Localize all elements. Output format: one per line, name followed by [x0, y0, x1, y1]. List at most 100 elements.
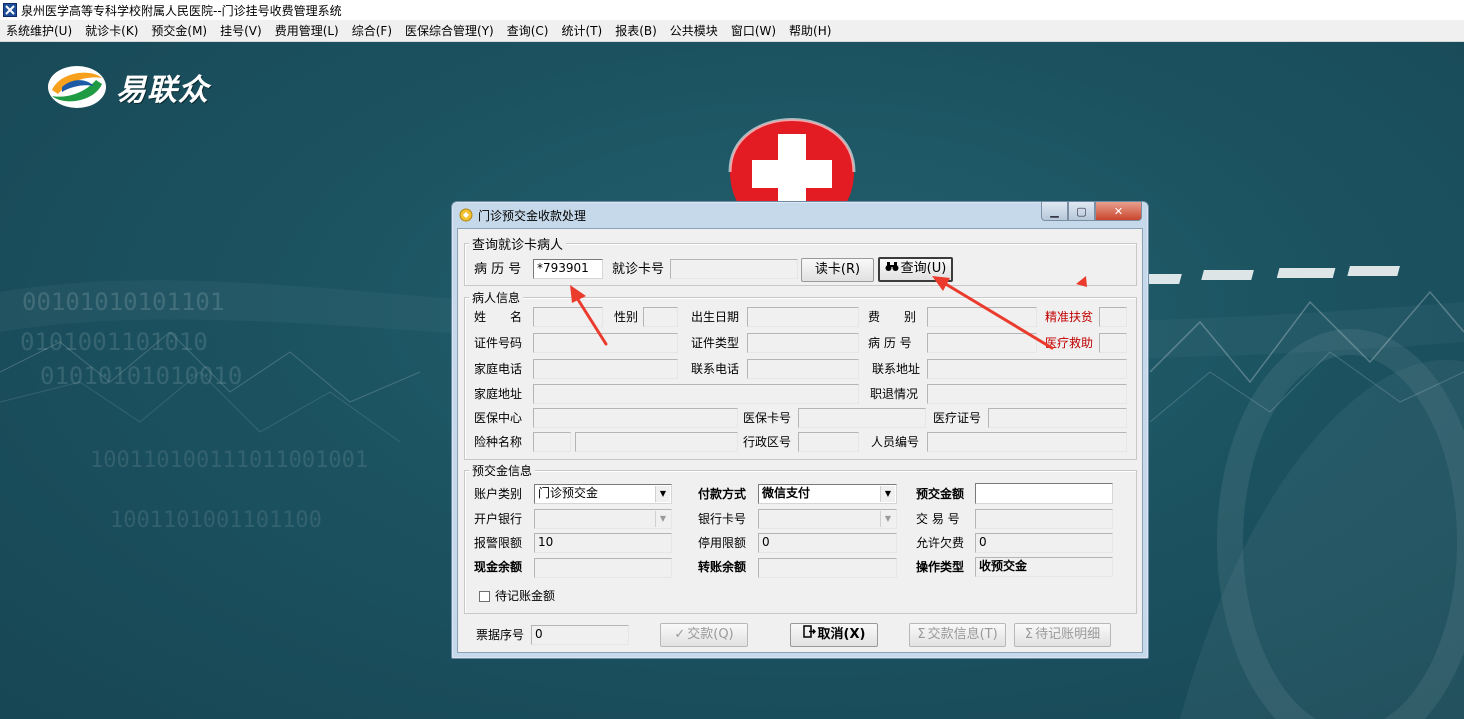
app-icon	[3, 3, 17, 17]
insurance-center-label: 医保中心	[474, 411, 523, 425]
account-type-select[interactable]: 门诊预交金 ▼	[534, 484, 672, 504]
trade-no-label: 交 易 号	[916, 512, 960, 526]
pay-method-select[interactable]: 微信支付 ▼	[758, 484, 897, 504]
menu-system[interactable]: 系统维护(U)	[0, 22, 79, 39]
window-controls: ▁ ▢ ✕	[1041, 202, 1142, 221]
pay-button[interactable]: ✓ 交款(Q)	[660, 623, 748, 647]
operation-type-field: 收预交金	[975, 557, 1113, 577]
menu-card[interactable]: 就诊卡(K)	[79, 22, 145, 39]
chevron-down-icon: ▼	[655, 511, 670, 527]
binary-text-2: 0101001101010	[20, 328, 208, 356]
minimize-icon: ▁	[1050, 204, 1059, 218]
bank-card-label: 银行卡号	[698, 512, 747, 526]
chevron-down-icon[interactable]: ▼	[655, 486, 670, 502]
card-no-input[interactable]	[670, 259, 798, 279]
staff-no-label: 人员编号	[871, 435, 920, 449]
dialog-title: 门诊预交金收款处理	[478, 208, 587, 223]
allow-debt-field[interactable]: 0	[975, 533, 1113, 553]
menu-window[interactable]: 窗口(W)	[725, 22, 783, 39]
menu-statistics[interactable]: 统计(T)	[555, 22, 609, 39]
account-type-value: 门诊预交金	[538, 486, 599, 500]
cancel-button[interactable]: 取消(X)	[790, 623, 878, 647]
medical-aid-field	[1099, 333, 1127, 353]
close-button[interactable]: ✕	[1095, 202, 1142, 221]
home-phone-field	[533, 359, 678, 379]
patient-record-no-field	[927, 333, 1037, 353]
patient-info-title: 病人信息	[469, 289, 524, 306]
retire-status-label: 职退情况	[870, 387, 919, 401]
gender-field	[643, 307, 678, 327]
home-phone-label: 家庭电话	[474, 362, 523, 376]
pending-detail-button-label: 待记账明细	[1035, 627, 1101, 642]
transfer-balance-label: 转账余额	[698, 560, 747, 574]
alarm-limit-field[interactable]: 10	[534, 533, 672, 553]
binary-text-4: 100110100111011001001	[90, 448, 368, 473]
stop-limit-label: 停用限额	[698, 536, 747, 550]
menu-fees[interactable]: 费用管理(L)	[269, 22, 346, 39]
deposit-amount-input[interactable]	[975, 483, 1113, 504]
poverty-label: 精准扶贫	[1045, 310, 1094, 324]
staff-no-field	[927, 432, 1127, 452]
menu-query[interactable]: 查询(C)	[501, 22, 556, 39]
query-button[interactable]: 查询(U)	[878, 257, 953, 282]
medical-aid-label: 医疗救助	[1045, 336, 1094, 350]
close-icon: ✕	[1113, 204, 1124, 218]
cash-balance-field	[534, 558, 672, 578]
check-icon: ✓	[674, 627, 686, 642]
medical-cert-field	[988, 408, 1127, 428]
pending-amount-checkbox[interactable]	[479, 591, 490, 602]
insurance-type-code-field	[533, 432, 571, 452]
record-no-label: 病 历 号	[474, 262, 522, 277]
menu-deposit[interactable]: 预交金(M)	[145, 22, 214, 39]
district-label: 行政区号	[743, 435, 792, 449]
home-address-label: 家庭地址	[474, 387, 523, 401]
fee-type-field	[927, 307, 1037, 327]
fee-type-label: 费 别	[868, 310, 917, 324]
logo-text: 易联众	[116, 73, 209, 108]
menu-general[interactable]: 综合(F)	[346, 22, 399, 39]
allow-debt-label: 允许欠费	[916, 536, 965, 550]
gender-label: 性别	[614, 310, 639, 324]
id-no-field	[533, 333, 678, 353]
card-no-label: 就诊卡号	[612, 262, 665, 277]
maximize-icon: ▢	[1076, 204, 1087, 218]
birth-date-field	[747, 307, 859, 327]
menu-public[interactable]: 公共模块	[664, 22, 725, 39]
poverty-field	[1099, 307, 1127, 327]
contact-phone-label: 联系电话	[691, 362, 740, 376]
dialog-icon	[459, 208, 473, 222]
app-titlebar: 泉州医学高等专科学校附属人民医院--门诊挂号收费管理系统	[0, 0, 1464, 20]
bank-card-select: ▼	[758, 509, 897, 529]
district-field	[798, 432, 859, 452]
insurance-card-label: 医保卡号	[743, 411, 792, 425]
contact-address-field	[927, 359, 1127, 379]
insurance-type-label: 险种名称	[474, 435, 523, 449]
menu-help[interactable]: 帮助(H)	[783, 22, 838, 39]
pending-detail-button[interactable]: Σ 待记账明细	[1014, 623, 1111, 647]
pay-button-label: 交款(Q)	[687, 627, 734, 642]
menu-register[interactable]: 挂号(V)	[214, 22, 269, 39]
dialog-body: 查询就诊卡病人 病 历 号 *793901 就诊卡号 读卡(R) 查询(U) 病…	[457, 228, 1143, 653]
menu-insurance[interactable]: 医保综合管理(Y)	[399, 22, 501, 39]
query-group-title: 查询就诊卡病人	[469, 234, 567, 253]
exit-door-icon	[802, 624, 816, 646]
insurance-card-field	[798, 408, 926, 428]
minimize-button[interactable]: ▁	[1041, 202, 1068, 221]
menu-reports[interactable]: 报表(B)	[609, 22, 664, 39]
deposit-info-title: 预交金信息	[469, 462, 536, 479]
cash-balance-label: 现金余额	[474, 560, 523, 574]
query-label: 查询(U)	[900, 261, 947, 276]
stop-limit-field[interactable]: 0	[758, 533, 897, 553]
birth-date-label: 出生日期	[691, 310, 740, 324]
alarm-limit-label: 报警限额	[474, 536, 523, 550]
read-card-button[interactable]: 读卡(R)	[801, 258, 874, 282]
record-no-input[interactable]: *793901	[533, 259, 603, 279]
maximize-button[interactable]: ▢	[1068, 202, 1095, 221]
deposit-dialog: 门诊预交金收款处理 ▁ ▢ ✕ 查询就诊卡病人 病 历 号 *793901 就诊…	[451, 201, 1149, 659]
chevron-down-icon[interactable]: ▼	[880, 486, 895, 502]
name-label: 姓 名	[474, 310, 523, 324]
pay-info-button[interactable]: Σ 交款信息(T)	[909, 623, 1006, 647]
id-type-field	[747, 333, 859, 353]
binary-text-3: 01010101010010	[40, 362, 242, 390]
receipt-no-field[interactable]: 0	[531, 625, 629, 645]
